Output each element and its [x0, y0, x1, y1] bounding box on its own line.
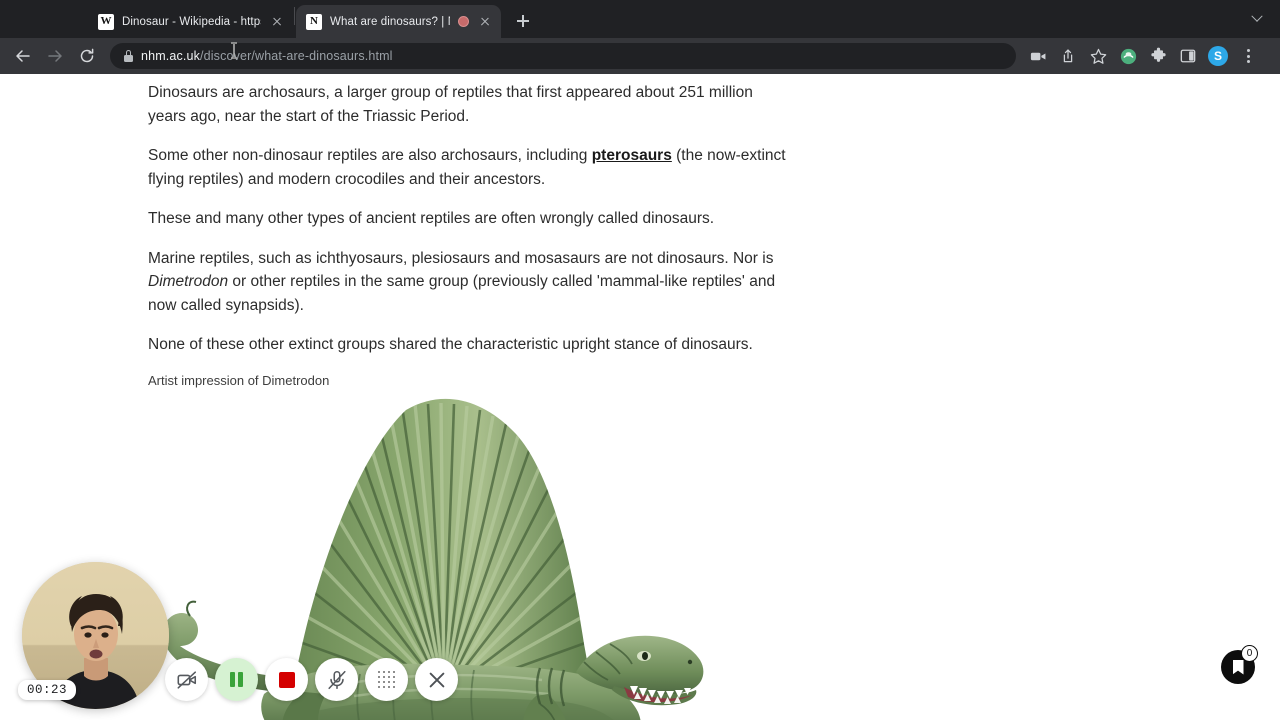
pause-icon — [230, 672, 243, 687]
chevron-down-icon — [1251, 10, 1263, 22]
close-icon[interactable] — [477, 14, 493, 30]
profile-avatar[interactable]: S — [1204, 42, 1232, 70]
recording-timer: 00:23 — [18, 680, 77, 700]
text-cursor — [231, 42, 237, 59]
paragraph-5: None of these other extinct groups share… — [148, 333, 793, 357]
camera-off-button[interactable] — [165, 658, 208, 701]
paragraph-4: Marine reptiles, such as ichthyosaurs, p… — [148, 247, 793, 318]
back-button[interactable] — [8, 41, 38, 71]
dot-grid-icon — [378, 671, 395, 688]
paragraph-text: These and many other types of ancient re… — [148, 210, 715, 227]
annotations-count-badge: 0 — [1241, 645, 1258, 662]
chrome-menu-button[interactable] — [1234, 42, 1262, 70]
tab-strip: W Dinosaur - Wikipedia - https:// N What… — [0, 0, 1280, 38]
bookmark-star-icon[interactable] — [1084, 42, 1112, 70]
dot-grid-button[interactable] — [365, 658, 408, 701]
paragraph-text: None of these other extinct groups share… — [148, 336, 753, 353]
reload-icon — [80, 48, 94, 63]
microphone-mute-button[interactable] — [315, 658, 358, 701]
arrow-right-icon — [48, 50, 62, 62]
tab-dinosaur-wikipedia[interactable]: W Dinosaur - Wikipedia - https:// — [88, 5, 293, 38]
lock-icon[interactable] — [124, 50, 133, 62]
url-text: nhm.ac.uk/discover/what-are-dinosaurs.ht… — [141, 49, 393, 63]
pause-button[interactable] — [215, 658, 258, 701]
url-host: nhm.ac.uk — [141, 49, 201, 63]
stop-icon — [278, 671, 295, 688]
paragraph-text: or other reptiles in the same group (pre… — [148, 273, 776, 314]
dimetrodon-emphasis: Dimetrodon — [148, 273, 229, 290]
stop-button[interactable] — [265, 658, 308, 701]
tab-divider — [294, 6, 295, 25]
toolbar-icon-group: S — [1024, 42, 1262, 70]
tab-search-button[interactable] — [1244, 6, 1270, 32]
camera-off-icon — [177, 670, 196, 689]
nhm-favicon: N — [306, 13, 322, 30]
paragraph-3: These and many other types of ancient re… — [148, 207, 793, 231]
address-bar[interactable]: nhm.ac.uk/discover/what-are-dinosaurs.ht… — [110, 43, 1016, 69]
paragraph-2: Some other non-dinosaur reptiles are als… — [148, 144, 793, 191]
recorder-controls — [165, 658, 458, 701]
share-icon[interactable] — [1054, 42, 1082, 70]
reload-button[interactable] — [72, 41, 102, 71]
figure-caption: Artist impression of Dimetrodon — [148, 372, 330, 388]
paragraph-text: Dinosaurs are archosaurs, a larger group… — [148, 84, 753, 125]
tab-what-are-dinosaurs[interactable]: N What are dinosaurs? | Natu — [296, 5, 501, 38]
close-icon[interactable] — [269, 14, 285, 30]
wikipedia-favicon: W — [98, 13, 114, 30]
extension-green-icon[interactable] — [1114, 42, 1142, 70]
browser-window: W Dinosaur - Wikipedia - https:// N What… — [0, 0, 1280, 720]
paragraph-1: Dinosaurs are archosaurs, a larger group… — [148, 74, 793, 128]
kebab-menu-icon — [1246, 49, 1250, 63]
dorsal-sail — [294, 398, 591, 696]
article-body: Dinosaurs are archosaurs, a larger group… — [0, 74, 1280, 720]
page-viewport: Dinosaurs are archosaurs, a larger group… — [0, 74, 1280, 720]
recording-indicator-icon — [458, 16, 469, 27]
close-button[interactable] — [415, 658, 458, 701]
close-icon — [429, 672, 444, 687]
avatar: S — [1208, 46, 1228, 66]
microphone-muted-icon — [327, 670, 346, 689]
url-path: /discover/what-are-dinosaurs.html — [200, 49, 393, 63]
extensions-puzzle-icon[interactable] — [1144, 42, 1172, 70]
browser-toolbar: nhm.ac.uk/discover/what-are-dinosaurs.ht… — [0, 38, 1280, 74]
bookmark-icon — [1232, 659, 1244, 675]
forward-button[interactable] — [40, 41, 70, 71]
pterosaurs-link[interactable]: pterosaurs — [592, 147, 672, 164]
screen-record-icon[interactable] — [1024, 42, 1052, 70]
paragraph-text: Some other non-dinosaur reptiles are als… — [148, 147, 592, 164]
side-panel-icon[interactable] — [1174, 42, 1202, 70]
new-tab-button[interactable] — [509, 7, 537, 35]
arrow-left-icon — [16, 50, 30, 62]
tab-title: What are dinosaurs? | Natu — [330, 15, 450, 28]
paragraph-text: Marine reptiles, such as ichthyosaurs, p… — [148, 249, 774, 267]
tab-title: Dinosaur - Wikipedia - https:// — [122, 15, 261, 28]
